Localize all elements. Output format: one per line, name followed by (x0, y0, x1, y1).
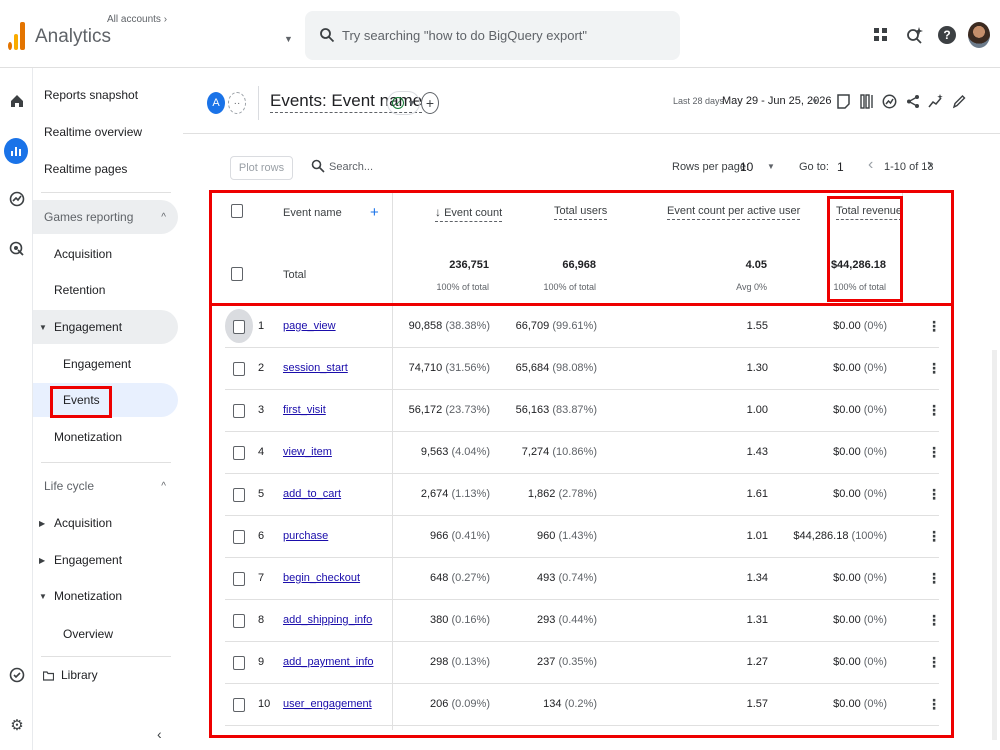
sidebar-item-acquisition[interactable]: Acquisition (33, 237, 178, 271)
scrollbar[interactable] (992, 350, 997, 740)
help-icon[interactable]: ? (938, 26, 956, 44)
table-toolbar: Plot rows Search... Rows per page: 10 ▼ … (207, 148, 952, 188)
chevron-up-icon: ^ (161, 211, 166, 223)
chevron-up-icon: ^ (161, 480, 166, 492)
add-comparison-icon[interactable]: ·· (228, 92, 246, 114)
account-dropdown-icon[interactable]: ▼ (284, 34, 293, 44)
admin-check-icon[interactable] (6, 664, 28, 686)
header-divider (258, 86, 259, 120)
report-status-chip[interactable]: ✓ ▼ (387, 91, 420, 115)
apps-grid-icon[interactable] (870, 24, 892, 46)
caret-down-icon: ▼ (39, 591, 47, 601)
advertising-icon[interactable] (6, 238, 28, 260)
plot-rows-button[interactable]: Plot rows (230, 156, 293, 180)
rows-per-page-dropdown-icon[interactable]: ▼ (767, 162, 775, 171)
date-range-label: Last 28 days (673, 96, 725, 106)
sidebar-item-realtime-overview[interactable]: Realtime overview (33, 115, 178, 149)
report-header: A ·· Events: Event name ✓ ▼ + Last 28 da… (183, 68, 1000, 134)
events-highlight-box (50, 386, 112, 418)
search-placeholder: Try searching "how to do BigQuery export… (342, 28, 588, 43)
search-bar[interactable]: Try searching "how to do BigQuery export… (305, 11, 680, 60)
previous-page-icon[interactable]: ‹ (868, 156, 873, 174)
insights-search-icon[interactable] (904, 24, 926, 46)
caret-right-icon: ▶ (39, 518, 46, 528)
left-rail: ⚙ (0, 68, 33, 750)
rows-per-page-select[interactable]: 10 (740, 160, 753, 174)
chip-dropdown-icon: ▼ (407, 98, 416, 108)
caret-right-icon: ▶ (39, 555, 46, 565)
compare-columns-icon[interactable] (858, 90, 875, 112)
date-dropdown-icon[interactable]: ▼ (811, 97, 819, 106)
chevron-left-icon[interactable]: ‹ (157, 726, 162, 742)
edit-report-icon[interactable] (835, 90, 852, 112)
check-circle-icon: ✓ (392, 97, 404, 109)
top-bar: Analytics All accounts › ▼ Try searching… (0, 0, 1000, 68)
goto-label: Go to: (799, 161, 829, 173)
sidebar-item-realtime-pages[interactable]: Realtime pages (33, 152, 178, 186)
next-page-icon[interactable]: › (927, 156, 932, 174)
rows-per-page-label: Rows per page: (672, 161, 750, 173)
sidebar-item-overview[interactable]: Overview (33, 617, 178, 651)
explore-icon[interactable] (6, 188, 28, 210)
sidebar-item-monetization[interactable]: Monetization (33, 420, 178, 454)
sidebar-section-life-cycle[interactable]: Life cycle ^ (33, 469, 178, 503)
reports-icon[interactable] (4, 138, 28, 164)
sidebar-item-reports-snapshot[interactable]: Reports snapshot (33, 78, 178, 112)
trend-sparkle-icon[interactable] (927, 90, 944, 112)
share-icon[interactable] (904, 90, 921, 112)
sidebar-item-lc-monetization[interactable]: ▼ Monetization (33, 579, 178, 613)
rows-highlight-box (209, 303, 954, 738)
avatar[interactable] (968, 22, 990, 48)
sidebar-divider (41, 462, 171, 463)
sidebar-divider (41, 656, 171, 657)
sidebar-item-lc-acquisition[interactable]: ▶ Acquisition (33, 506, 178, 540)
folder-icon (43, 670, 54, 681)
search-icon (311, 159, 325, 173)
events-table: Event name + ↓ Event count Total users E… (209, 190, 954, 738)
insights-icon[interactable] (881, 90, 898, 112)
sidebar-item-engagement-group[interactable]: ▼ Engagement (33, 310, 178, 344)
caret-down-icon: ▼ (39, 322, 47, 332)
analytics-logo-icon (8, 20, 26, 50)
sidebar-item-library[interactable]: Library (33, 658, 178, 692)
accounts-breadcrumb[interactable]: All accounts › (107, 14, 167, 25)
sidebar-item-engagement[interactable]: Engagement (33, 347, 178, 381)
settings-gear-icon[interactable]: ⚙ (6, 714, 28, 736)
sidebar-item-retention[interactable]: Retention (33, 273, 178, 307)
comparison-chip-a[interactable]: A (207, 92, 225, 114)
sidebar-divider (41, 192, 171, 193)
sidebar-item-lc-engagement[interactable]: ▶ Engagement (33, 543, 178, 577)
sidebar-section-games-reporting[interactable]: Games reporting ^ (33, 200, 178, 234)
table-search-input[interactable]: Search... (329, 161, 373, 173)
pencil-icon[interactable] (950, 90, 967, 112)
app-title: Analytics (35, 26, 112, 47)
goto-page-input[interactable]: 1 (837, 160, 844, 174)
search-icon (320, 28, 335, 43)
home-icon[interactable] (6, 90, 28, 112)
add-filter-icon[interactable]: + (421, 92, 439, 114)
revenue-highlight-box (827, 196, 903, 302)
